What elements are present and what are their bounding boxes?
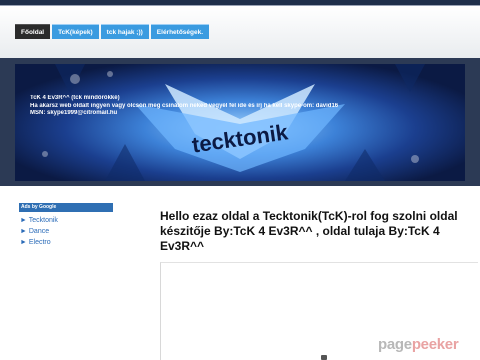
ads-link-list: ► Tecktonik ► Dance ► Electro bbox=[20, 215, 113, 248]
ad-link-tecktonik[interactable]: ► Tecktonik bbox=[20, 215, 113, 226]
page-title: Hello ezaz oldal a Tecktonik(TcK)-rol fo… bbox=[160, 209, 458, 253]
nav-item-hairstyles[interactable]: tck hajak ;)) bbox=[100, 24, 149, 39]
ads-heading[interactable]: Ads by Google bbox=[19, 203, 113, 212]
nav-item-contacts[interactable]: Elérhetőségek. bbox=[150, 24, 210, 39]
nav-item-home[interactable]: Főoldal bbox=[15, 24, 51, 39]
sidebar: Ads by Google ► Tecktonik ► Dance ► Elec… bbox=[19, 203, 113, 248]
main-navigation: Főoldal TcK(képek) tck hajak ;)) Elérhet… bbox=[15, 24, 210, 39]
scroll-indicator[interactable] bbox=[321, 355, 327, 360]
watermark-part-1: page bbox=[378, 336, 412, 353]
ad-link-dance[interactable]: ► Dance bbox=[20, 226, 113, 237]
banner-artwork: tecktonik bbox=[42, 64, 425, 181]
ad-link-electro[interactable]: ► Electro bbox=[20, 237, 113, 248]
banner-line-3: MSN: skype1999@citromail.hu bbox=[30, 110, 118, 116]
header-banner-image: tecktonik TcK 4 Ev3R^^ (tck mindörökké) … bbox=[15, 64, 465, 181]
watermark-part-2: peeker bbox=[411, 336, 459, 353]
nav-item-pictures[interactable]: TcK(képek) bbox=[52, 24, 99, 39]
banner-line-2: Ha akarsz web oldalt ingyen vagy olcsón … bbox=[30, 102, 339, 109]
banner-text: TcK 4 Ev3R^^ (tck mindörökké) Ha akarsz … bbox=[30, 95, 430, 118]
watermark: pagepeeker bbox=[378, 336, 459, 353]
banner-line-1: TcK 4 Ev3R^^ (tck mindörökké) bbox=[30, 95, 120, 101]
